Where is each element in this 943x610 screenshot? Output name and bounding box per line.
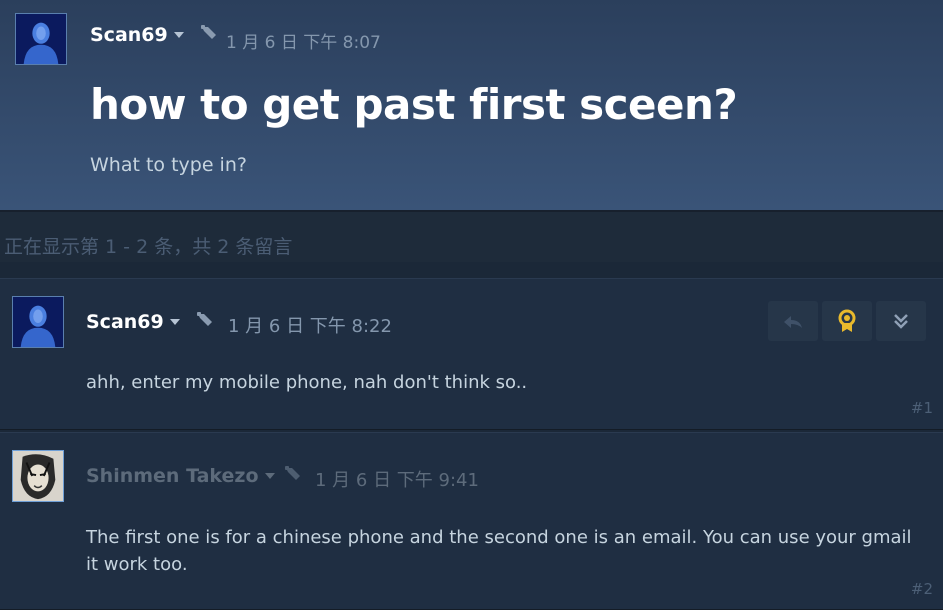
author-name-text[interactable]: Shinmen Takezo	[86, 465, 259, 487]
chevron-down-icon[interactable]	[173, 32, 184, 38]
author-avatar[interactable]	[15, 13, 67, 65]
reply-body: ahh, enter my mobile phone, nah don't th…	[86, 372, 528, 393]
reply-number[interactable]: #1	[911, 399, 933, 417]
mobile-icon	[195, 311, 215, 331]
chevron-down-icon[interactable]	[264, 473, 275, 479]
author-avatar[interactable]	[12, 296, 64, 348]
more-options-button[interactable]	[876, 301, 926, 341]
post-timestamp: 1 月 6 日 下午 8:07	[226, 33, 381, 53]
author-name-text[interactable]: Scan69	[90, 24, 168, 46]
reply-arrow-icon	[784, 316, 802, 328]
mobile-icon	[199, 24, 219, 44]
reply-body-line-1: The first one is for a chinese phone and…	[86, 527, 912, 548]
reply-2: Shinmen Takezo 1 月 6 日 下午 9:41 The first…	[0, 432, 943, 610]
author-avatar[interactable]	[12, 450, 64, 502]
author-name[interactable]: Scan69	[86, 311, 180, 333]
author-name[interactable]: Scan69	[90, 24, 184, 46]
post-title: how to get past first sceen?	[90, 80, 738, 129]
author-name-text[interactable]: Scan69	[86, 311, 164, 333]
award-button[interactable]	[822, 301, 872, 341]
post-body: What to type in?	[90, 154, 247, 176]
award-icon	[838, 309, 856, 332]
comment-count-bar: 正在显示第 1 - 2 条，共 2 条留言	[0, 212, 943, 262]
original-post: Scan69 1 月 6 日 下午 8:07 how to get past f…	[0, 0, 943, 212]
comment-count: 正在显示第 1 - 2 条，共 2 条留言	[4, 236, 293, 258]
author-name[interactable]: Shinmen Takezo	[86, 465, 275, 487]
chevron-double-down-icon	[894, 314, 908, 329]
chevron-down-icon[interactable]	[169, 319, 180, 325]
reply-timestamp: 1 月 6 日 下午 8:22	[228, 316, 392, 337]
reply-1: Scan69 1 月 6 日 下午 8:22 ahh, enter my mob…	[0, 278, 943, 430]
reply-timestamp: 1 月 6 日 下午 9:41	[315, 470, 479, 491]
mobile-icon	[283, 465, 303, 485]
reply-button[interactable]	[768, 301, 818, 341]
reply-body-line-2: it work too.	[86, 554, 188, 575]
reply-number[interactable]: #2	[911, 580, 933, 598]
